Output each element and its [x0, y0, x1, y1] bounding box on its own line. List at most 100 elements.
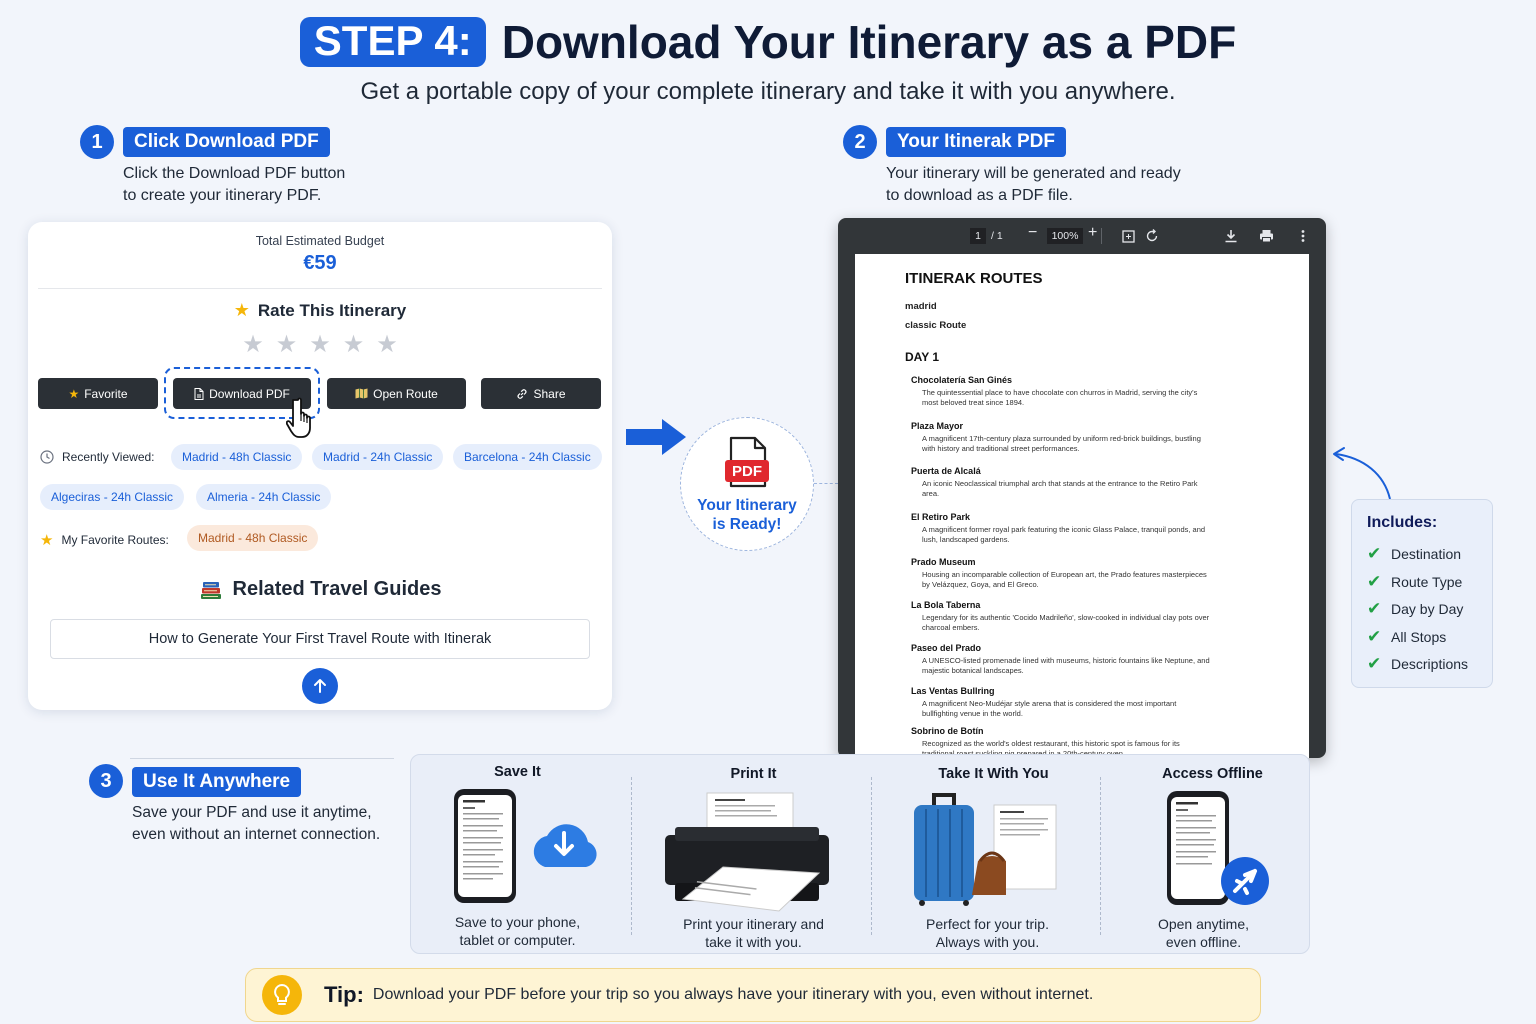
doc-title: ITINERAK ROUTES [905, 270, 1043, 287]
printer-icon [665, 792, 829, 912]
rating-star-5[interactable]: ★ [376, 330, 398, 359]
link-icon [518, 388, 527, 399]
arrow-up-icon [314, 679, 326, 693]
star-icon: ★ [40, 532, 54, 549]
page-title: Download Your Itinerary as a PDF [501, 16, 1237, 68]
rating-star-4[interactable]: ★ [343, 330, 365, 359]
check-icon: ✔ [1367, 654, 1382, 673]
rating-star-3[interactable]: ★ [309, 330, 331, 359]
stop-entry: Las Ventas Bullring A magnificent Neo-Mu… [911, 686, 1177, 718]
step-3-number: 3 [89, 764, 123, 798]
column-divider [1100, 777, 1101, 935]
includes-panel: Includes: ✔ Destination ✔ Route Type ✔ Day … [1351, 499, 1493, 688]
step-3-label: Use It Anywhere [132, 767, 302, 797]
budget-value: €59 [303, 252, 337, 274]
stop-entry: Paseo del Prado A UNESCO-listed promenad… [911, 643, 1210, 675]
phone-offline-icon [1167, 791, 1269, 905]
card-divider [38, 288, 602, 289]
lightbulb-icon [262, 975, 302, 1015]
recently-viewed-label: Recently Viewed: [40, 450, 155, 464]
include-item: ✔ Route Type [1367, 572, 1463, 591]
clock-icon [40, 450, 54, 464]
recent-route-chip[interactable]: Madrid - 24h Classic [312, 444, 444, 470]
viewer-toolbar: 1 / 1 − 100% + [838, 218, 1326, 254]
favorite-button[interactable]: ★ Favorite [38, 378, 158, 409]
toolbar-divider [1101, 228, 1102, 244]
luggage-icon [914, 793, 1057, 906]
download-icon[interactable] [1224, 229, 1238, 243]
budget-label: Total Estimated Budget [255, 234, 385, 248]
step-2-number: 2 [843, 125, 877, 159]
favorite-routes-label: ★ My Favorite Routes: [40, 532, 169, 549]
pdf-viewer: 1 / 1 − 100% + ITINERAK ROUTES madrid cl… [838, 218, 1326, 758]
rating-star-2[interactable]: ★ [276, 330, 298, 359]
use-title-save: Save It [494, 764, 541, 780]
star-icon: ★ [233, 300, 250, 320]
column-divider [631, 777, 632, 935]
itinerary-card: Total Estimated Budget €59 ★ Rate This I… [28, 222, 612, 710]
stop-entry: El Retiro Park A magnificent former roya… [911, 512, 1206, 544]
doc-day-heading: DAY 1 [905, 350, 940, 364]
file-icon [194, 387, 204, 400]
include-item: ✔ Day by Day [1367, 599, 1464, 618]
pdf-badge: PDF [725, 460, 769, 482]
use-title-take: Take It With You [938, 766, 1049, 782]
check-icon: ✔ [1367, 572, 1382, 591]
use-desc-save: Save to your phone, tablet or computer. [454, 914, 581, 948]
map-icon [355, 388, 368, 399]
stop-entry: Plaza Mayor A magnificent 17th-century p… [911, 421, 1201, 453]
scroll-top-button[interactable] [302, 668, 338, 704]
more-options-icon[interactable] [1300, 229, 1306, 243]
phone-cloud-icon [454, 789, 597, 903]
step-badge: STEP 4: [299, 17, 486, 67]
recent-route-chip[interactable]: Almeria - 24h Classic [196, 484, 332, 510]
books-icon [200, 581, 221, 599]
ready-message: Your Itinerary is Ready! [697, 497, 797, 533]
share-button[interactable]: Share [481, 378, 601, 409]
arrow-right-icon [626, 419, 686, 455]
step-1-number: 1 [80, 125, 114, 159]
recent-route-chip[interactable]: Madrid - 48h Classic [171, 444, 303, 470]
rating-stars: ★ ★ ★ ★ ★ [28, 330, 612, 359]
recent-route-chip[interactable]: Algeciras - 24h Classic [40, 484, 185, 510]
includes-title: Includes: [1367, 514, 1438, 531]
fit-page-icon[interactable] [1122, 230, 1135, 243]
check-icon: ✔ [1367, 627, 1382, 646]
include-item: ✔ Descriptions [1367, 654, 1469, 673]
favorite-route-chip[interactable]: Madrid - 48h Classic [187, 525, 319, 551]
use-desc-take: Perfect for your trip. Always with you. [926, 916, 1049, 950]
rate-heading: ★ Rate This Itinerary [28, 300, 612, 321]
tip-banner: Tip: Download your PDF before your trip … [245, 968, 1261, 1022]
stop-entry: Prado Museum Housing an incomparable col… [911, 557, 1207, 589]
rotate-icon[interactable] [1145, 229, 1159, 243]
check-icon: ✔ [1367, 544, 1382, 563]
recent-route-chip[interactable]: Barcelona - 24h Classic [453, 444, 602, 470]
step-2-label: Your Itinerak PDF [886, 127, 1067, 157]
rate-title: Rate This Itinerary [257, 300, 407, 320]
doc-route-type: classic Route [905, 320, 967, 331]
use-title-print: Print It [730, 766, 777, 782]
tip-text: Download your PDF before your trip so yo… [372, 986, 1094, 1003]
use-anywhere-panel: Save It Save to your phone, tablet or com… [410, 754, 1310, 954]
page-subtitle: Get a portable copy of your complete iti… [360, 78, 1176, 105]
doc-city: madrid [905, 301, 937, 312]
hand-cursor-icon [286, 397, 311, 438]
check-icon: ✔ [1367, 599, 1382, 618]
include-item: ✔ Destination [1367, 544, 1462, 563]
column-divider [871, 777, 872, 935]
print-icon[interactable] [1259, 229, 1274, 243]
step-2-description: Your itinerary will be generated and rea… [886, 165, 1181, 204]
step-3-description: Save your PDF and use it anytime, even w… [132, 804, 381, 843]
stop-entry: Puerta de Alcalá An iconic Neoclassical … [911, 466, 1198, 498]
zoom-out-button[interactable]: − [1028, 224, 1037, 242]
stop-entry: Chocolatería San Ginés The quintessentia… [911, 375, 1198, 407]
guide-link[interactable]: How to Generate Your First Travel Route … [50, 619, 590, 659]
zoom-in-button[interactable]: + [1088, 224, 1097, 242]
curved-arrow-icon [1333, 447, 1391, 500]
step-1-description: Click the Download PDF button to create … [123, 165, 346, 204]
rating-star-1[interactable]: ★ [242, 330, 264, 359]
zoom-level[interactable]: 100% [1047, 228, 1083, 244]
open-route-button[interactable]: Open Route [327, 378, 466, 409]
page-number-input[interactable]: 1 [970, 228, 986, 244]
use-desc-print: Print your itinerary and take it with you… [683, 916, 824, 950]
